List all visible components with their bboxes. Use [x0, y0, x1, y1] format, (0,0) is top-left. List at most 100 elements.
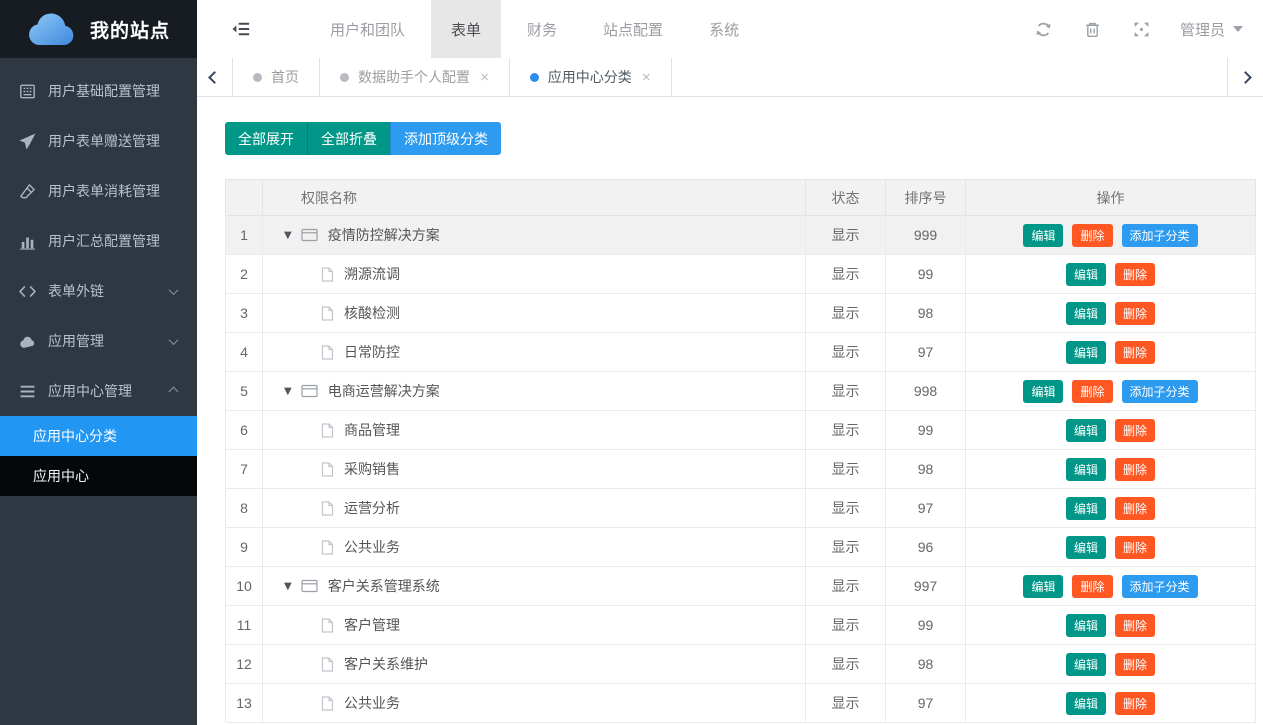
add-child-category-button[interactable]: 添加子分类: [1122, 380, 1198, 403]
chevron-down-icon: [1233, 26, 1243, 32]
edit-button[interactable]: 编辑: [1066, 419, 1106, 442]
folder-window-icon: [301, 579, 318, 593]
category-name: 日常防控: [344, 342, 400, 362]
top-menu-item-0[interactable]: 用户和团队: [310, 0, 425, 58]
sidebar-subitem-6-1[interactable]: 应用中心: [0, 456, 197, 496]
edit-button[interactable]: 编辑: [1066, 497, 1106, 520]
category-name: 电商运营解决方案: [328, 381, 440, 401]
delete-button[interactable]: 删除: [1115, 536, 1155, 559]
edit-button[interactable]: 编辑: [1023, 575, 1063, 598]
actions-cell: 编辑删除: [966, 333, 1256, 372]
delete-button[interactable]: 删除: [1115, 341, 1155, 364]
refresh-icon[interactable]: [1035, 21, 1052, 38]
top-menu-label: 表单: [451, 19, 481, 40]
bar-chart-icon: [18, 232, 36, 250]
edit-button[interactable]: 编辑: [1066, 458, 1106, 481]
tab-2[interactable]: 应用中心分类×: [510, 58, 672, 96]
delete-button[interactable]: 删除: [1115, 458, 1155, 481]
delete-button[interactable]: 删除: [1115, 692, 1155, 715]
edit-button[interactable]: 编辑: [1066, 263, 1106, 286]
tabs-scroll-left-icon[interactable]: [197, 58, 233, 96]
delete-button[interactable]: 删除: [1115, 497, 1155, 520]
top-menu-item-4[interactable]: 系统: [689, 0, 759, 58]
tree-collapse-caret-icon[interactable]: ▼: [284, 230, 292, 241]
sidebar-item-6[interactable]: 应用中心管理: [0, 366, 197, 416]
delete-button[interactable]: 删除: [1115, 653, 1155, 676]
tab-0[interactable]: 首页: [233, 58, 320, 96]
add-child-category-button[interactable]: 添加子分类: [1122, 224, 1198, 247]
delete-button[interactable]: 删除: [1072, 575, 1112, 598]
edit-button[interactable]: 编辑: [1066, 692, 1106, 715]
edit-button[interactable]: 编辑: [1066, 536, 1106, 559]
edit-button[interactable]: 编辑: [1066, 341, 1106, 364]
edit-button[interactable]: 编辑: [1023, 224, 1063, 247]
toolbar: 全部展开 全部折叠 添加顶级分类: [225, 122, 1263, 155]
edit-button[interactable]: 编辑: [1066, 614, 1106, 637]
sidebar-item-label: 应用管理: [48, 331, 104, 351]
row-number: 4: [226, 333, 263, 372]
sort-cell: 99: [886, 606, 966, 645]
tab-label: 数据助手个人配置: [358, 67, 470, 87]
sort-cell: 997: [886, 567, 966, 606]
tree-collapse-caret-icon[interactable]: ▼: [284, 386, 292, 397]
sidebar-toggle-icon[interactable]: [231, 0, 251, 58]
tab-close-icon[interactable]: ×: [480, 70, 489, 85]
status-cell: 显示: [806, 294, 886, 333]
user-menu[interactable]: 管理员: [1180, 19, 1243, 40]
top-menu-label: 系统: [709, 19, 739, 40]
tabs-scroll-right-icon[interactable]: [1227, 58, 1263, 96]
actions-cell: 编辑删除添加子分类: [966, 372, 1256, 411]
menu-lines-icon: [18, 382, 36, 400]
sidebar-item-2[interactable]: 用户表单消耗管理: [0, 166, 197, 216]
tree-collapse-caret-icon[interactable]: ▼: [284, 581, 292, 592]
collapse-all-button[interactable]: 全部折叠: [307, 122, 390, 155]
delete-button[interactable]: 删除: [1115, 419, 1155, 442]
table-row: 6商品管理显示99编辑删除: [226, 411, 1256, 450]
edit-button[interactable]: 编辑: [1066, 302, 1106, 325]
tab-close-icon[interactable]: ×: [642, 70, 651, 85]
edit-button[interactable]: 编辑: [1023, 380, 1063, 403]
top-menu-item-1[interactable]: 表单: [431, 0, 501, 58]
delete-button[interactable]: 删除: [1115, 614, 1155, 637]
edit-button[interactable]: 编辑: [1066, 653, 1106, 676]
file-icon: [321, 501, 334, 516]
status-cell: 显示: [806, 450, 886, 489]
send-icon: [18, 132, 36, 150]
file-icon: [321, 267, 334, 282]
row-number: 11: [226, 606, 263, 645]
top-menu-label: 财务: [527, 19, 557, 40]
table-row: 11客户管理显示99编辑删除: [226, 606, 1256, 645]
tab-1[interactable]: 数据助手个人配置 ×: [320, 58, 510, 96]
add-top-category-button[interactable]: 添加顶级分类: [390, 122, 501, 155]
sidebar-item-4[interactable]: 表单外链: [0, 266, 197, 316]
file-icon: [321, 657, 334, 672]
top-menu-item-2[interactable]: 财务: [507, 0, 577, 58]
status-cell: 显示: [806, 372, 886, 411]
delete-button[interactable]: 删除: [1115, 302, 1155, 325]
sort-cell: 98: [886, 294, 966, 333]
file-icon: [321, 696, 334, 711]
status-cell: 显示: [806, 255, 886, 294]
sidebar-item-1[interactable]: 用户表单赠送管理: [0, 116, 197, 166]
delete-button[interactable]: 删除: [1115, 263, 1155, 286]
file-icon: [321, 462, 334, 477]
status-cell: 显示: [806, 411, 886, 450]
top-menu-item-3[interactable]: 站点配置: [583, 0, 683, 58]
fullscreen-icon[interactable]: [1133, 21, 1150, 38]
sort-cell: 99: [886, 255, 966, 294]
sidebar-item-3[interactable]: 用户汇总配置管理: [0, 216, 197, 266]
expand-all-button[interactable]: 全部展开: [225, 122, 307, 155]
sidebar-menu: 用户基础配置管理用户表单赠送管理用户表单消耗管理用户汇总配置管理表单外链应用管理…: [0, 58, 197, 496]
sidebar-item-5[interactable]: 应用管理: [0, 316, 197, 366]
delete-button[interactable]: 删除: [1072, 380, 1112, 403]
delete-button[interactable]: 删除: [1072, 224, 1112, 247]
trash-icon[interactable]: [1084, 21, 1101, 38]
sort-cell: 999: [886, 216, 966, 255]
sidebar-subitem-6-0[interactable]: 应用中心分类: [0, 416, 197, 456]
add-child-category-button[interactable]: 添加子分类: [1122, 575, 1198, 598]
category-name: 客户管理: [344, 615, 400, 635]
row-number: 9: [226, 528, 263, 567]
sidebar-item-0[interactable]: 用户基础配置管理: [0, 66, 197, 116]
header-name: 权限名称: [263, 180, 806, 216]
tab-dot-icon: [340, 73, 349, 82]
